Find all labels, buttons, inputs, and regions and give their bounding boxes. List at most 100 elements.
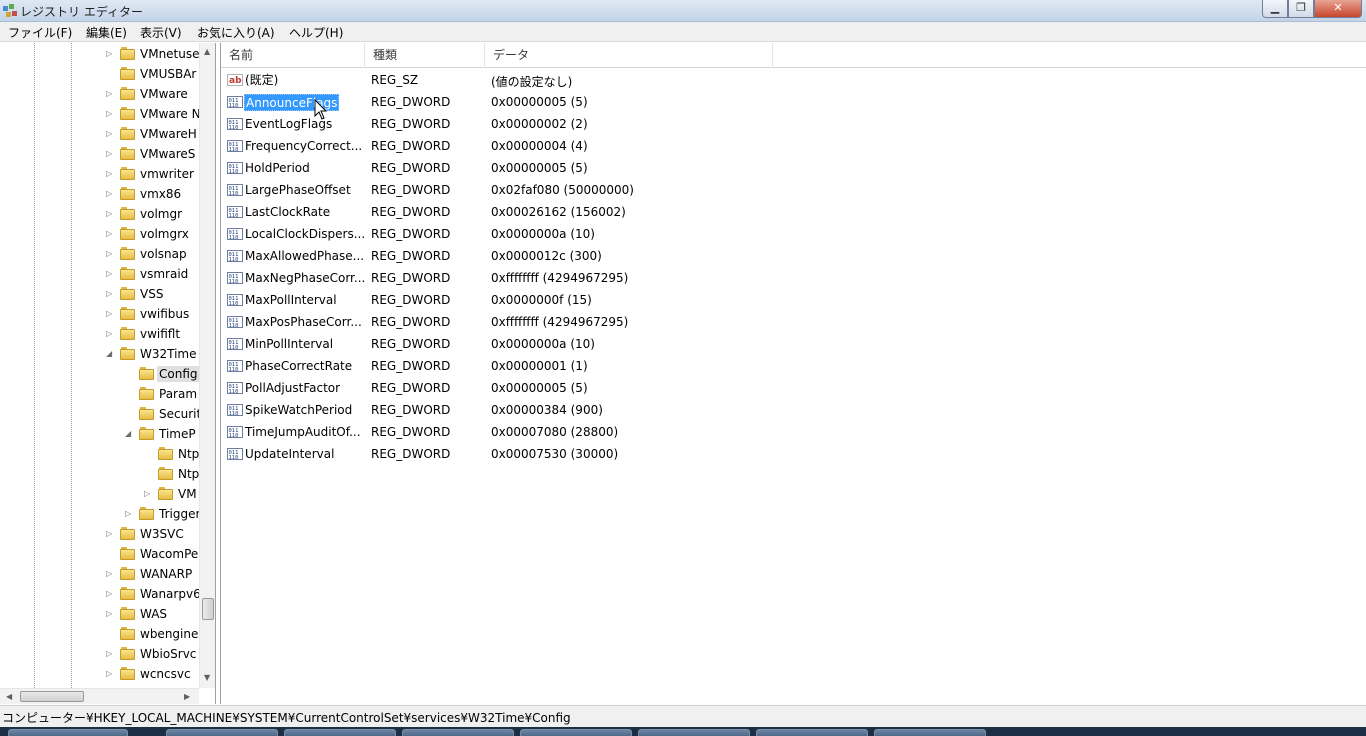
- tree-node-label[interactable]: W3SVC: [138, 526, 186, 542]
- value-row[interactable]: 011 110 SpikeWatchPeriod REG_DWORD 0x0000038…: [221, 399, 921, 421]
- value-row[interactable]: 011 110 FrequencyCorrect... REG_DWORD 0x0000…: [221, 135, 921, 157]
- scroll-down-icon[interactable]: ▼: [204, 673, 210, 682]
- tree-node[interactable]: ▷ volsnap: [0, 244, 200, 264]
- tree-node[interactable]: ▷ Wanarpv6: [0, 584, 201, 604]
- expand-arrow-icon[interactable]: ▷: [106, 329, 116, 338]
- value-name[interactable]: TimeJumpAuditOf...: [244, 424, 362, 441]
- expand-arrow-icon[interactable]: ▷: [106, 49, 116, 58]
- tree-node-label[interactable]: VMware N: [138, 106, 203, 122]
- tree-node[interactable]: ▷ VMwareH: [0, 124, 200, 144]
- value-row[interactable]: 011 110 MaxNegPhaseCorr... REG_DWORD 0xfffff…: [221, 267, 921, 289]
- minimize-button[interactable]: ▁: [1262, 0, 1288, 18]
- collapse-arrow-icon[interactable]: ◢: [106, 349, 116, 358]
- expand-arrow-icon[interactable]: ▷: [106, 249, 116, 258]
- tree-node-label[interactable]: Ntp: [176, 446, 201, 462]
- tree-node[interactable]: ▷ WANARP: [0, 564, 200, 584]
- value-name[interactable]: PhaseCorrectRate: [244, 358, 353, 375]
- tree-node[interactable]: ▷ VMware: [0, 84, 200, 104]
- tree-node[interactable]: ◢ TimeP: [0, 424, 200, 444]
- column-header-type[interactable]: 種類: [365, 43, 485, 68]
- tree-node[interactable]: ▷ VM: [0, 484, 200, 504]
- scroll-left-icon[interactable]: ◀: [6, 692, 12, 701]
- tree-node-label[interactable]: wcncsvc: [138, 666, 193, 682]
- menu-edit[interactable]: 編集(E): [86, 24, 127, 41]
- value-row[interactable]: 011 110 PhaseCorrectRate REG_DWORD 0x0000000…: [221, 355, 921, 377]
- expand-arrow-icon[interactable]: ▷: [144, 489, 154, 498]
- title-bar[interactable]: レジストリ エディター ▁ ❐ ✕: [0, 0, 1366, 22]
- tree-node-label[interactable]: volsnap: [138, 246, 189, 262]
- tree-node-label[interactable]: W32Time: [138, 346, 199, 362]
- collapse-arrow-icon[interactable]: ◢: [125, 429, 135, 438]
- column-header-name[interactable]: 名前: [221, 43, 365, 68]
- value-name[interactable]: HoldPeriod: [244, 160, 311, 177]
- tree-node-label[interactable]: VMnetuse: [138, 46, 202, 62]
- tree-node[interactable]: ▷ W3SVC: [0, 524, 200, 544]
- value-name[interactable]: MaxNegPhaseCorr...: [244, 270, 366, 287]
- maximize-button[interactable]: ❐: [1288, 0, 1314, 18]
- tree-node[interactable]: ▷ vsmraid: [0, 264, 200, 284]
- close-button[interactable]: ✕: [1314, 0, 1362, 18]
- value-name[interactable]: LargePhaseOffset: [244, 182, 352, 199]
- taskbar-button[interactable]: [874, 729, 986, 736]
- tree-node-label[interactable]: Securit: [157, 406, 203, 422]
- tree-node-label[interactable]: Ntp: [176, 466, 201, 482]
- tree-node-label[interactable]: vsmraid: [138, 266, 190, 282]
- horizontal-scroll-thumb[interactable]: [20, 691, 84, 702]
- tree-node[interactable]: Ntp: [0, 464, 200, 484]
- tree-node[interactable]: Securit: [0, 404, 203, 424]
- tree-node[interactable]: ▷ VMwareS: [0, 144, 200, 164]
- value-row[interactable]: 011 110 MinPollInterval REG_DWORD 0x0000000a…: [221, 333, 921, 355]
- tree-node-label[interactable]: wbengine: [138, 626, 200, 642]
- tree-node-label[interactable]: WANARP: [138, 566, 194, 582]
- value-row[interactable]: 011 110 MaxAllowedPhase... REG_DWORD 0x00000…: [221, 245, 921, 267]
- tree-node-label[interactable]: VMUSBAr: [138, 66, 198, 82]
- menu-file[interactable]: ファイル(F): [8, 24, 72, 41]
- tree-node-label[interactable]: vwifibus: [138, 306, 191, 322]
- menu-favorites[interactable]: お気に入り(A): [197, 24, 275, 41]
- tree-node[interactable]: ▷ vwifibus: [0, 304, 200, 324]
- tree-node-label[interactable]: vmx86: [138, 186, 183, 202]
- tree-horizontal-scrollbar[interactable]: ◀ ▶: [0, 688, 199, 704]
- tree-node[interactable]: WacomPe: [0, 544, 200, 564]
- taskbar-button[interactable]: [284, 729, 396, 736]
- tree-node[interactable]: VMUSBAr: [0, 64, 200, 84]
- value-row[interactable]: 011 110 LargePhaseOffset REG_DWORD 0x02faf08…: [221, 179, 921, 201]
- value-row[interactable]: 011 110 LastClockRate REG_DWORD 0x00026162 (…: [221, 201, 921, 223]
- tree-node[interactable]: ▷ vmwriter: [0, 164, 200, 184]
- tree-node[interactable]: ▷ wcncsvc: [0, 664, 200, 684]
- value-row[interactable]: 011 110 TimeJumpAuditOf... REG_DWORD 0x00007…: [221, 421, 921, 443]
- tree-node[interactable]: Ntp: [0, 444, 200, 464]
- tree-node-label[interactable]: WacomPe: [138, 546, 200, 562]
- value-name[interactable]: LastClockRate: [244, 204, 331, 221]
- value-name[interactable]: SpikeWatchPeriod: [244, 402, 353, 419]
- tree-node-label[interactable]: VMware: [138, 86, 190, 102]
- value-name[interactable]: MaxAllowedPhase...: [244, 248, 365, 265]
- tree-node-label[interactable]: VM: [176, 486, 199, 502]
- value-name[interactable]: FrequencyCorrect...: [244, 138, 363, 155]
- expand-arrow-icon[interactable]: ▷: [106, 149, 116, 158]
- menu-help[interactable]: ヘルプ(H): [289, 24, 343, 41]
- tree-node[interactable]: ▷ VMware N: [0, 104, 203, 124]
- expand-arrow-icon[interactable]: ▷: [106, 109, 116, 118]
- value-row[interactable]: 011 110 UpdateInterval REG_DWORD 0x00007530 …: [221, 443, 921, 465]
- tree-node[interactable]: ▷ volmgrx: [0, 224, 200, 244]
- taskbar-button[interactable]: [638, 729, 750, 736]
- expand-arrow-icon[interactable]: ▷: [106, 529, 116, 538]
- tree-node[interactable]: ▷ WAS: [0, 604, 200, 624]
- tree-node-label[interactable]: WAS: [138, 606, 169, 622]
- tree-node[interactable]: ▷ vmx86: [0, 184, 200, 204]
- value-list[interactable]: 名前 種類 データ ab (既定) REG_SZ (値の設定なし) 011 110 Anno…: [220, 43, 1366, 704]
- tree-node-label[interactable]: Param: [157, 386, 199, 402]
- tree-node-label[interactable]: VMwareH: [138, 126, 199, 142]
- value-name[interactable]: PollAdjustFactor: [244, 380, 341, 397]
- value-row[interactable]: 011 110 MaxPosPhaseCorr... REG_DWORD 0xfffff…: [221, 311, 921, 333]
- tree-node[interactable]: ▷ vwififlt: [0, 324, 200, 344]
- expand-arrow-icon[interactable]: ▷: [125, 509, 135, 518]
- tree-node[interactable]: ▷ volmgr: [0, 204, 200, 224]
- key-tree[interactable]: ▷ VMnetuse VMUSBAr ▷ VMware ▷ VMware N ▷ VMwareH…: [0, 43, 216, 704]
- expand-arrow-icon[interactable]: ▷: [106, 589, 116, 598]
- vertical-scroll-thumb[interactable]: [202, 598, 214, 620]
- tree-node-label[interactable]: volmgr: [138, 206, 184, 222]
- tree-node-label[interactable]: VSS: [138, 286, 165, 302]
- tree-node-label[interactable]: Config: [157, 366, 200, 382]
